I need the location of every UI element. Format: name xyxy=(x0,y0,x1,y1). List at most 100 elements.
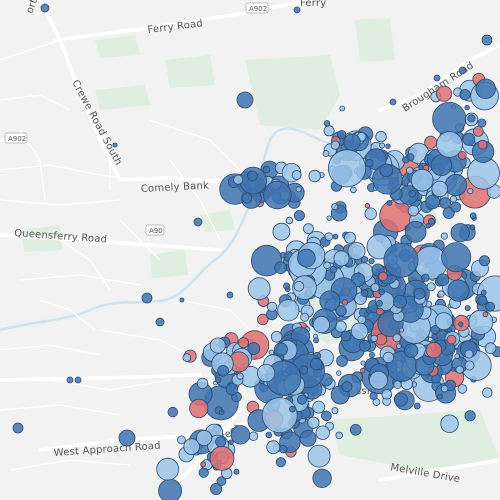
data-point[interactable] xyxy=(335,431,343,439)
data-point[interactable] xyxy=(418,165,424,171)
data-point[interactable] xyxy=(300,312,310,322)
data-point[interactable] xyxy=(331,407,339,415)
data-point[interactable] xyxy=(295,186,302,193)
data-point[interactable] xyxy=(333,250,350,267)
data-point[interactable] xyxy=(349,423,362,436)
data-point[interactable] xyxy=(447,327,453,333)
data-point[interactable] xyxy=(379,163,394,178)
data-point[interactable] xyxy=(256,363,276,383)
data-point[interactable] xyxy=(233,468,240,475)
data-point[interactable] xyxy=(247,277,271,301)
data-point[interactable] xyxy=(339,105,346,112)
data-point[interactable] xyxy=(350,186,357,194)
data-point[interactable] xyxy=(209,337,226,354)
data-point[interactable] xyxy=(432,102,467,137)
data-point[interactable] xyxy=(293,6,301,14)
data-point[interactable] xyxy=(214,376,222,383)
data-point[interactable] xyxy=(433,74,441,82)
data-point[interactable] xyxy=(459,89,471,101)
data-point[interactable] xyxy=(12,422,24,434)
data-point[interactable] xyxy=(277,299,300,322)
data-point[interactable] xyxy=(283,282,291,290)
data-point[interactable] xyxy=(450,201,462,213)
data-point[interactable] xyxy=(357,315,367,325)
data-point[interactable] xyxy=(312,315,330,334)
data-point[interactable] xyxy=(347,241,366,260)
data-point[interactable] xyxy=(236,372,244,380)
data-point[interactable] xyxy=(425,341,443,359)
data-point[interactable] xyxy=(341,381,353,393)
data-point[interactable] xyxy=(275,457,286,468)
data-point[interactable] xyxy=(167,406,179,418)
data-point[interactable] xyxy=(369,391,378,401)
data-point[interactable] xyxy=(341,299,349,306)
data-point[interactable] xyxy=(200,461,207,468)
data-point[interactable] xyxy=(279,445,288,454)
data-point[interactable] xyxy=(440,414,459,434)
data-point[interactable] xyxy=(436,393,443,400)
data-point[interactable] xyxy=(307,444,331,468)
data-point[interactable] xyxy=(299,429,317,447)
data-point[interactable] xyxy=(450,223,470,243)
data-point[interactable] xyxy=(482,311,489,318)
data-point[interactable] xyxy=(402,156,410,164)
data-point[interactable] xyxy=(408,189,417,198)
data-point[interactable] xyxy=(398,327,404,333)
data-point[interactable] xyxy=(449,195,458,203)
data-point[interactable] xyxy=(285,216,294,225)
data-point[interactable] xyxy=(383,242,419,278)
data-point[interactable] xyxy=(378,271,388,282)
data-point[interactable] xyxy=(481,34,493,46)
data-point[interactable] xyxy=(158,478,182,500)
data-point[interactable] xyxy=(40,3,50,13)
data-point[interactable] xyxy=(480,289,487,296)
data-point[interactable] xyxy=(464,305,471,312)
data-point[interactable] xyxy=(322,150,330,157)
data-point[interactable] xyxy=(464,349,474,359)
data-point[interactable] xyxy=(337,130,347,140)
data-point[interactable] xyxy=(444,173,468,197)
data-point[interactable] xyxy=(382,351,395,364)
data-point[interactable] xyxy=(118,429,136,447)
data-point[interactable] xyxy=(350,322,369,341)
data-point[interactable] xyxy=(485,301,496,312)
data-point[interactable] xyxy=(233,174,244,185)
data-point[interactable] xyxy=(413,402,421,410)
map-svg[interactable]: Ferry Road Ferry orth Crewe Road South C… xyxy=(0,0,500,500)
data-point[interactable] xyxy=(364,202,371,209)
data-point[interactable] xyxy=(410,168,434,192)
data-point[interactable] xyxy=(434,312,453,331)
data-point[interactable] xyxy=(198,467,209,478)
data-point[interactable] xyxy=(230,425,251,445)
data-point[interactable] xyxy=(312,468,332,489)
data-point[interactable] xyxy=(313,337,320,344)
data-point[interactable] xyxy=(335,305,347,317)
data-point[interactable] xyxy=(447,279,470,302)
data-point[interactable] xyxy=(462,132,476,146)
data-point[interactable] xyxy=(324,232,334,242)
data-point[interactable] xyxy=(369,370,388,390)
data-point[interactable] xyxy=(266,301,278,312)
data-point[interactable] xyxy=(247,170,258,182)
data-point[interactable] xyxy=(435,85,453,102)
data-point[interactable] xyxy=(312,400,326,414)
data-point[interactable] xyxy=(331,203,339,211)
data-point[interactable] xyxy=(225,383,239,396)
data-point[interactable] xyxy=(467,114,476,123)
data-point[interactable] xyxy=(413,287,426,300)
data-point[interactable] xyxy=(477,139,488,150)
data-point[interactable] xyxy=(297,248,316,268)
data-point[interactable] xyxy=(193,217,203,227)
data-point[interactable] xyxy=(270,330,283,343)
data-point[interactable] xyxy=(74,376,82,384)
data-point[interactable] xyxy=(450,366,456,372)
data-point[interactable] xyxy=(266,440,281,455)
data-point[interactable] xyxy=(141,292,153,304)
data-point[interactable] xyxy=(273,342,288,357)
data-point[interactable] xyxy=(364,207,377,220)
data-point[interactable] xyxy=(262,165,271,174)
data-point[interactable] xyxy=(478,255,490,267)
data-point[interactable] xyxy=(310,357,323,371)
data-point[interactable] xyxy=(370,282,380,292)
data-point[interactable] xyxy=(321,410,332,422)
